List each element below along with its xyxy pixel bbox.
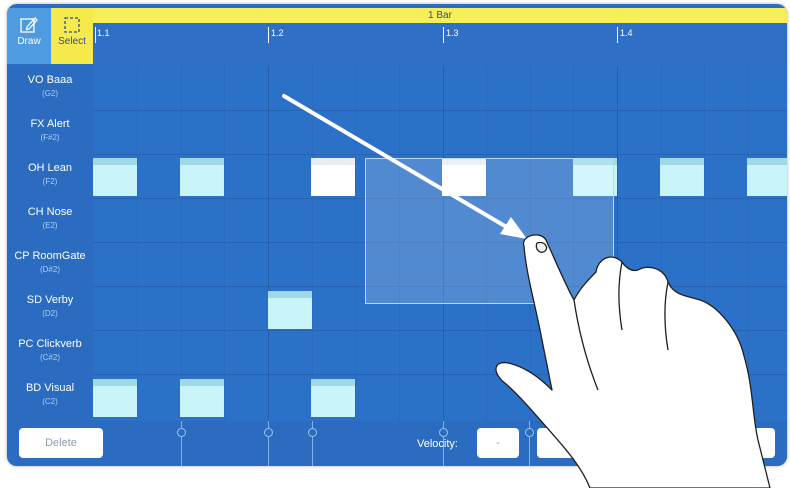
drag-arrow-icon xyxy=(282,94,527,239)
gesture-overlay xyxy=(282,94,771,488)
hand-gesture-icon xyxy=(495,234,771,488)
